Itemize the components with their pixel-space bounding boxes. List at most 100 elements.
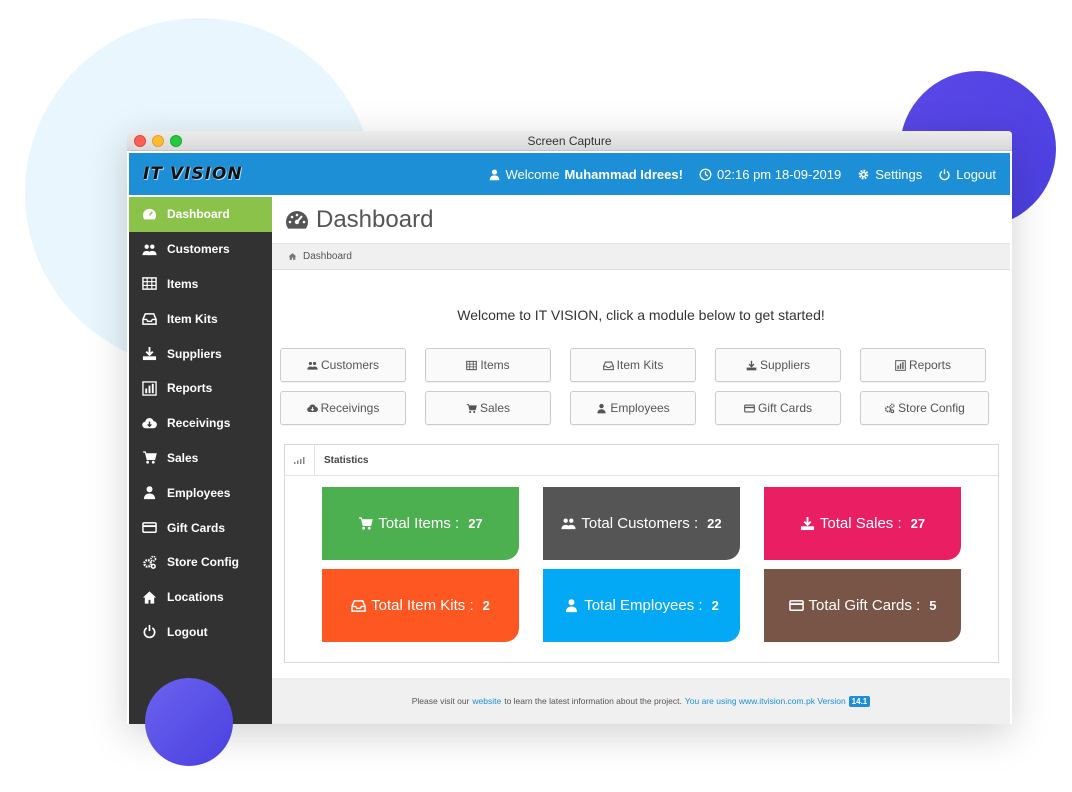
page-title: Dashboard (316, 206, 434, 233)
module-button-suppliers[interactable]: Suppliers (715, 348, 841, 382)
sidebar-item-sales[interactable]: Sales (129, 441, 272, 476)
sidebar-item-label: Locations (167, 590, 224, 605)
window-title: Screen Capture (527, 133, 612, 148)
bar-chart-icon (141, 381, 157, 396)
module-button-customers[interactable]: Customers (280, 348, 406, 382)
welcome-message: Welcome to IT VISION, click a module bel… (457, 307, 825, 323)
cart-icon (141, 450, 157, 466)
sidebar-item-logout[interactable]: Logout (129, 615, 272, 650)
module-button-label: Suppliers (759, 358, 811, 372)
sidebar-item-label: Store Config (167, 555, 239, 570)
module-button-gift-cards[interactable]: Gift Cards (715, 391, 841, 425)
user-icon (566, 599, 578, 613)
table-icon (141, 277, 157, 291)
user-icon (489, 168, 499, 180)
sidebar-item-suppliers[interactable]: Suppliers (129, 336, 272, 371)
footer-text-middle: to learn the latest information about th… (504, 696, 682, 706)
module-button-label: Gift Cards (757, 401, 812, 415)
sidebar-item-label: Sales (167, 450, 199, 465)
module-button-employees[interactable]: Employees (570, 391, 696, 425)
top-nav: Welcome Muhammad Idrees! 02:16 pm 18-09-… (488, 167, 996, 182)
statistics-header: Statistics (285, 445, 998, 476)
module-button-store-config[interactable]: Store Config (860, 391, 989, 425)
module-row: Customers Items Item Kits Suppliers Reports (280, 348, 1000, 382)
stat-tile-total-employees[interactable]: Total Employees : 2 (543, 569, 740, 642)
cogs-icon (885, 402, 895, 413)
sidebar-item-items[interactable]: Items (129, 267, 272, 302)
sidebar-item-label: Reports (167, 381, 213, 396)
stat-tile-value: 2 (482, 598, 490, 613)
stat-tile-total-customers[interactable]: Total Customers : 22 (543, 487, 740, 560)
users-icon (307, 361, 318, 370)
app-logo[interactable]: IT VISION (143, 164, 243, 184)
module-button-sales[interactable]: Sales (425, 391, 551, 425)
minimize-window-button[interactable] (152, 135, 164, 147)
inbox-icon (141, 313, 157, 326)
close-window-button[interactable] (134, 135, 146, 147)
signal-icon (285, 445, 315, 475)
module-button-label: Receivings (320, 401, 380, 415)
stat-tile-value: 2 (711, 598, 719, 613)
sidebar-item-dashboard[interactable]: Dashboard (129, 197, 280, 232)
sidebar-item-customers[interactable]: Customers (129, 232, 272, 267)
main-content: Dashboard Dashboard Welcome to IT VISION… (272, 197, 1010, 724)
cogs-icon (142, 555, 156, 569)
credit-card-icon (141, 520, 157, 536)
maximize-window-button[interactable] (170, 135, 182, 147)
breadcrumb-current[interactable]: Dashboard (303, 251, 352, 262)
module-button-label: Employees (610, 401, 670, 415)
sidebar-item-label: Gift Cards (167, 520, 226, 535)
module-button-label: Store Config (898, 401, 965, 415)
stat-tile-value: 22 (707, 516, 722, 531)
breadcrumb: Dashboard (272, 244, 1010, 270)
version-badge: 14.1 (848, 695, 871, 707)
module-button-item-kits[interactable]: Item Kits (570, 348, 696, 382)
page-header: Dashboard (272, 197, 1010, 244)
download-icon (746, 360, 757, 370)
sidebar-item-receivings[interactable]: Receivings (129, 406, 272, 441)
settings-link[interactable]: Settings (857, 167, 922, 182)
stat-tile-label: Total Items : (378, 515, 460, 532)
dashboard-icon (142, 208, 156, 220)
sidebar-item-label: Suppliers (167, 346, 222, 361)
sidebar-item-locations[interactable]: Locations (129, 580, 272, 615)
user-name: Muhammad Idrees! (564, 166, 683, 182)
logout-link[interactable]: Logout (938, 167, 996, 182)
module-button-items[interactable]: Items (425, 348, 551, 382)
sidebar-item-item-kits[interactable]: Item Kits (129, 301, 272, 336)
stat-tile-total-items[interactable]: Total Items : 27 (322, 487, 519, 560)
stat-tile-label: Total Item Kits : (371, 597, 474, 614)
sidebar-item-store-config[interactable]: Store Config (129, 545, 272, 580)
stat-tile-total-gift-cards[interactable]: Total Gift Cards : 5 (764, 569, 961, 642)
module-grid: Customers Items Item Kits Suppliers Reports R… (280, 348, 1000, 434)
credit-card-icon (141, 522, 157, 533)
sidebar-item-employees[interactable]: Employees (129, 475, 272, 510)
credit-card-icon (788, 600, 804, 611)
users-icon (141, 244, 157, 255)
module-button-label: Reports (908, 358, 952, 372)
module-button-reports[interactable]: Reports (860, 348, 986, 382)
sidebar-item-label: Receivings (167, 416, 231, 431)
module-button-receivings[interactable]: Receivings (280, 391, 406, 425)
statistics-panel: Statistics Total Items : 27 Total Customer… (284, 444, 999, 663)
welcome-user: Welcome Muhammad Idrees! (488, 167, 683, 182)
cloud-download-icon (141, 417, 157, 428)
stat-tile-total-item-kits[interactable]: Total Item Kits : 2 (322, 569, 519, 642)
clock-icon (699, 168, 712, 180)
gear-icon (858, 169, 869, 179)
statistics-title: Statistics (324, 454, 369, 466)
module-button-label: Item Kits (616, 358, 664, 372)
user-icon (141, 485, 157, 501)
footer-text-using[interactable]: You are using www.itvision.com.pk Versio… (685, 696, 846, 706)
footer-website-link[interactable]: website (472, 696, 501, 706)
sidebar-item-gift-cards[interactable]: Gift Cards (129, 510, 272, 545)
sidebar-item-label: Logout (167, 624, 208, 639)
user-icon (597, 403, 606, 413)
window-controls (134, 135, 182, 147)
cart-icon (359, 517, 374, 530)
stat-tile-label: Total Customers : (581, 515, 699, 532)
bar-chart-icon (895, 359, 906, 371)
logout-label: Logout (956, 166, 996, 182)
stat-tile-total-sales[interactable]: Total Sales : 27 (764, 487, 961, 560)
sidebar-item-reports[interactable]: Reports (129, 371, 272, 406)
